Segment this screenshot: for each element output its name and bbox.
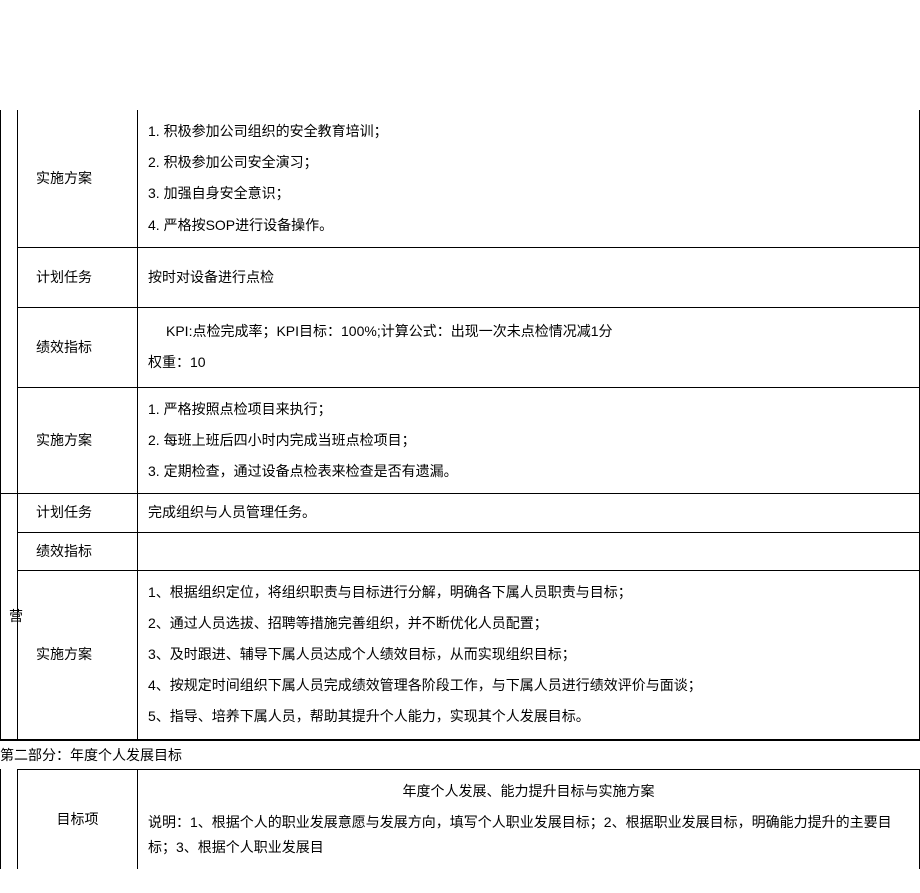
list-item: 2、通过人员选拔、招聘等措施完善组织，并不断优化人员配置； (148, 608, 911, 639)
row-label: 实施方案 (18, 570, 138, 739)
table-row: 绩效指标 KPI:点检完成率；KPI目标：100%;计算公式：出现一次未点检情况… (1, 307, 920, 387)
list-item: 4. 严格按SOP进行设备操作。 (148, 210, 911, 241)
table-row: 计划任务 按时对设备进行点检 (1, 247, 920, 307)
side-cell: 营 (1, 494, 18, 739)
kpi-line: KPI:点检完成率；KPI目标：100%;计算公式：出现一次未点检情况减1分 (148, 316, 911, 347)
row-content: 1. 严格按照点检项目来执行； 2. 每班上班后四小时内完成当班点检项目； 3.… (138, 387, 920, 494)
side-cell (1, 110, 18, 494)
row-content: KPI:点检完成率；KPI目标：100%;计算公式：出现一次未点检情况减1分 权… (138, 307, 920, 387)
list-item: 2. 积极参加公司安全演习； (148, 147, 911, 178)
row-label: 绩效指标 (18, 307, 138, 387)
list-item: 3. 定期检查，通过设备点检表来检查是否有遗漏。 (148, 456, 911, 487)
plan-table: 实施方案 1. 积极参加公司组织的安全教育培训； 2. 积极参加公司安全演习； … (0, 110, 920, 740)
row-content: 1、根据组织定位，将组织职责与目标进行分解，明确各下属人员职责与目标； 2、通过… (138, 570, 920, 739)
list-item: 1、根据组织定位，将组织职责与目标进行分解，明确各下属人员职责与目标； (148, 577, 911, 608)
section2-desc: 说明：1、根据个人的职业发展意愿与发展方向，填写个人职业发展目标；2、根据职业发… (142, 807, 915, 863)
table-row: 绩效指标 (1, 532, 920, 570)
table-row: 目标项 年度个人发展、能力提升目标与实施方案 说明：1、根据个人的职业发展意愿与… (1, 769, 920, 869)
row-label: 实施方案 (18, 387, 138, 494)
section2-content: 年度个人发展、能力提升目标与实施方案 说明：1、根据个人的职业发展意愿与发展方向… (138, 769, 920, 869)
section2-table: 目标项 年度个人发展、能力提升目标与实施方案 说明：1、根据个人的职业发展意愿与… (0, 769, 920, 870)
row-content: 按时对设备进行点检 (138, 247, 920, 307)
row-label: 实施方案 (18, 110, 138, 247)
row-label: 计划任务 (18, 494, 138, 532)
list-item: 1. 严格按照点检项目来执行； (148, 394, 911, 425)
list-item: 3. 加强自身安全意识； (148, 178, 911, 209)
list-item: 4、按规定时间组织下属人员完成绩效管理各阶段工作，与下属人员进行绩效评价与面谈； (148, 670, 911, 701)
table-row: 实施方案 1、根据组织定位，将组织职责与目标进行分解，明确各下属人员职责与目标；… (1, 570, 920, 739)
row-content: 1. 积极参加公司组织的安全教育培训； 2. 积极参加公司安全演习； 3. 加强… (138, 110, 920, 247)
target-label: 目标项 (18, 769, 138, 869)
table-row: 营 计划任务 完成组织与人员管理任务。 (1, 494, 920, 532)
top-blank-area (0, 0, 920, 110)
section-header: 第二部分：年度个人发展目标 (0, 740, 920, 769)
side-cell (1, 769, 18, 869)
table-row: 实施方案 1. 严格按照点检项目来执行； 2. 每班上班后四小时内完成当班点检项… (1, 387, 920, 494)
row-content: 完成组织与人员管理任务。 (138, 494, 920, 532)
list-item: 2. 每班上班后四小时内完成当班点检项目； (148, 425, 911, 456)
row-label: 计划任务 (18, 247, 138, 307)
section2-title: 年度个人发展、能力提升目标与实施方案 (142, 776, 915, 807)
list-item: 3、及时跟进、辅导下属人员达成个人绩效目标，从而实现组织目标； (148, 639, 911, 670)
row-label: 绩效指标 (18, 532, 138, 570)
list-item: 5、指导、培养下属人员，帮助其提升个人能力，实现其个人发展目标。 (148, 701, 911, 732)
list-item: 1. 积极参加公司组织的安全教育培训； (148, 116, 911, 147)
table-row: 实施方案 1. 积极参加公司组织的安全教育培训； 2. 积极参加公司安全演习； … (1, 110, 920, 247)
weight-line: 权重：10 (148, 347, 911, 378)
row-content (138, 532, 920, 570)
